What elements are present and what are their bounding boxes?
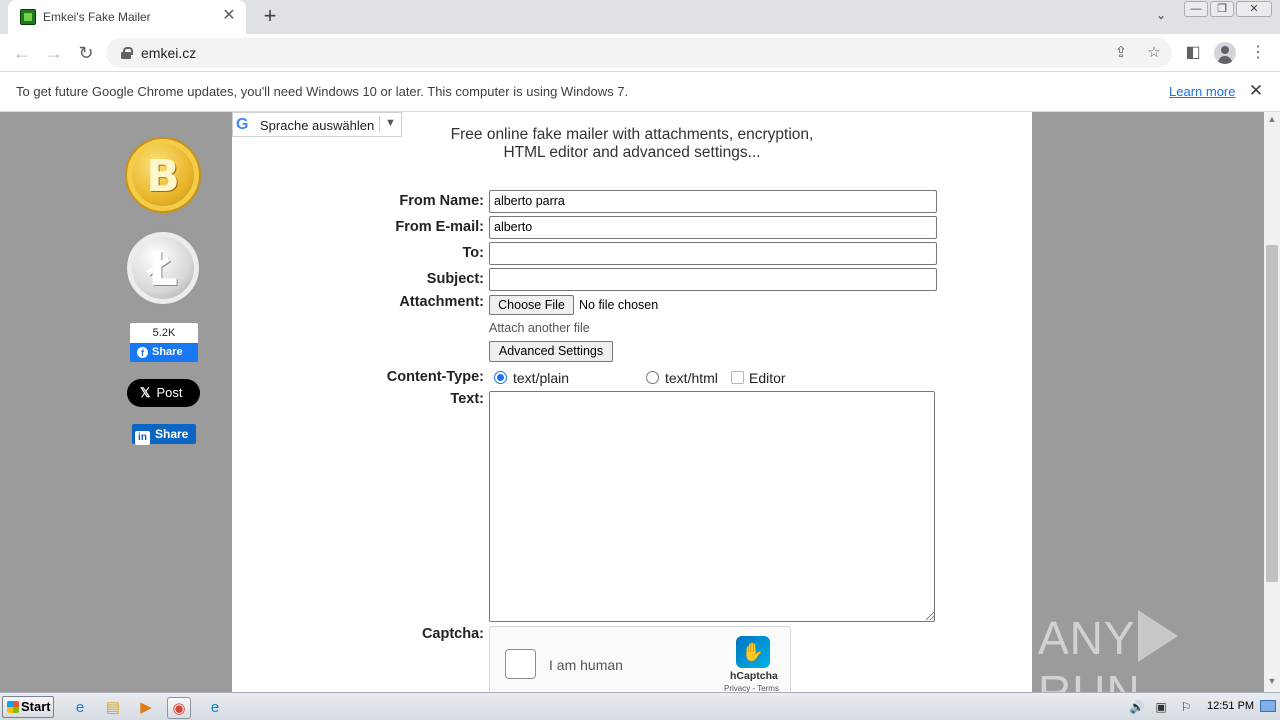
- headline-line-2: HTML editor and advanced settings...: [503, 144, 761, 161]
- url-text[interactable]: emkei.cz: [141, 45, 196, 61]
- message-textarea[interactable]: [489, 391, 935, 622]
- reload-icon[interactable]: ↻: [74, 41, 98, 65]
- chrome-taskbar-icon[interactable]: ◉: [167, 697, 191, 719]
- content-type-label: Content-Type:: [386, 369, 484, 385]
- browser-toolbar: ← → ↻ emkei.cz ⇪ ☆ ◧ ⋮: [0, 34, 1280, 72]
- close-window-button[interactable]: ✕: [1236, 1, 1272, 17]
- from-name-label: From Name:: [399, 193, 484, 209]
- hcaptcha-checkbox[interactable]: [505, 649, 536, 679]
- choose-file-button[interactable]: Choose File: [489, 295, 574, 315]
- hcaptcha-label: I am human: [549, 657, 623, 673]
- mailer-content: G Sprache auswählen ▼ Free online fake m…: [232, 112, 1032, 692]
- infobar-message: To get future Google Chrome updates, you…: [16, 84, 629, 99]
- textarea-resize-handle[interactable]: [926, 612, 934, 620]
- content-type-plain-radio[interactable]: [494, 371, 507, 384]
- attach-another-file-link[interactable]: Attach another file: [489, 321, 590, 335]
- minimize-window-button[interactable]: —: [1184, 1, 1208, 17]
- anyrun-watermark: ANYRUN: [1038, 610, 1280, 692]
- network-icon[interactable]: ▣: [1153, 700, 1169, 714]
- headline-line-1: Free online fake mailer with attachments…: [450, 126, 814, 143]
- address-bar[interactable]: emkei.cz ⇪ ☆: [106, 38, 1172, 68]
- facebook-share-button[interactable]: f Share: [130, 343, 198, 362]
- no-file-chosen-text: No file chosen: [579, 298, 659, 312]
- windows-taskbar: Start e ▤ ▶ ◉ e 🔊 ▣ ⚐ 12:51 PM: [0, 692, 1280, 720]
- scroll-down-arrow-icon[interactable]: ▼: [1264, 676, 1280, 690]
- facebook-icon: f: [137, 347, 148, 358]
- text-label: Text:: [450, 391, 484, 407]
- x-post-button[interactable]: 𝕏 Post: [127, 379, 200, 407]
- editor-checkbox[interactable]: [731, 371, 744, 384]
- browser-tab[interactable]: Emkei's Fake Mailer ✕: [8, 0, 246, 34]
- from-email-label: From E-mail:: [395, 219, 484, 235]
- watermark-play-icon: [1137, 610, 1178, 662]
- watermark-left: ANY: [1038, 612, 1136, 664]
- facebook-share-label: Share: [152, 346, 183, 358]
- file-explorer-icon[interactable]: ▤: [101, 697, 125, 719]
- bitcoin-symbol: B: [146, 151, 180, 202]
- profile-avatar-icon[interactable]: [1214, 42, 1236, 64]
- litecoin-icon[interactable]: Ł: [125, 230, 201, 306]
- restore-window-button[interactable]: ❐: [1210, 1, 1234, 17]
- from-email-input[interactable]: alberto: [489, 216, 937, 239]
- facebook-share-count: 5.2K: [130, 323, 198, 343]
- subject-label: Subject:: [426, 271, 484, 287]
- infobar-close-icon[interactable]: ✕: [1246, 81, 1266, 101]
- to-label: To:: [462, 245, 484, 261]
- facebook-share-widget[interactable]: 5.2K f Share: [130, 323, 198, 362]
- to-input[interactable]: [489, 242, 937, 265]
- show-desktop-icon[interactable]: [1260, 700, 1276, 712]
- forward-arrow-icon[interactable]: →: [42, 41, 66, 65]
- hcaptcha-widget: I am human ✋ hCaptcha Privacy - Terms: [489, 626, 791, 692]
- x-logo-icon: 𝕏: [140, 385, 151, 400]
- tab-strip: Emkei's Fake Mailer ✕ + ⌄ — ❐ ✕: [0, 0, 1280, 34]
- page-viewport: B Ł 5.2K f Share 𝕏 Post in Share G Sprache …: [0, 112, 1280, 692]
- lock-icon[interactable]: [121, 47, 133, 59]
- speaker-icon[interactable]: 🔊: [1129, 700, 1145, 714]
- scroll-up-arrow-icon[interactable]: ▲: [1264, 114, 1280, 128]
- taskbar-clock[interactable]: 12:51 PM: [1207, 700, 1254, 712]
- side-panel-icon[interactable]: ◧: [1182, 42, 1204, 64]
- learn-more-link[interactable]: Learn more: [1169, 84, 1235, 99]
- hcaptcha-privacy-terms-link[interactable]: Privacy - Terms: [724, 684, 779, 692]
- site-favicon-icon: [20, 9, 36, 25]
- x-post-label: Post: [156, 385, 183, 400]
- watermark-right: RUN: [1038, 666, 1141, 692]
- subject-input[interactable]: [489, 268, 937, 291]
- tab-close-icon[interactable]: ✕: [220, 7, 238, 25]
- windows-logo-icon: [7, 701, 19, 713]
- linkedin-share-label: Share: [155, 427, 189, 441]
- attachment-label: Attachment:: [399, 294, 484, 310]
- hcaptcha-brand: hCaptcha: [730, 670, 778, 682]
- editor-label[interactable]: Editor: [749, 370, 786, 386]
- chrome-menu-icon[interactable]: ⋮: [1247, 42, 1269, 64]
- tab-search-chevron-icon[interactable]: ⌄: [1150, 8, 1172, 26]
- linkedin-icon: in: [135, 431, 150, 445]
- share-icon[interactable]: ⇪: [1112, 44, 1130, 62]
- new-tab-button[interactable]: +: [258, 5, 282, 29]
- content-type-plain-label[interactable]: text/plain: [513, 370, 569, 386]
- internet-explorer-icon[interactable]: e: [68, 697, 92, 719]
- content-type-html-label[interactable]: text/html: [665, 370, 718, 386]
- captcha-label: Captcha:: [421, 626, 484, 642]
- advanced-settings-button[interactable]: Advanced Settings: [489, 341, 613, 362]
- bookmark-star-icon[interactable]: ☆: [1145, 44, 1163, 62]
- update-infobar: To get future Google Chrome updates, you…: [0, 72, 1280, 112]
- donation-sidebar: B Ł 5.2K f Share 𝕏 Post in Share: [112, 112, 216, 692]
- media-player-icon[interactable]: ▶: [134, 697, 158, 719]
- page-headline: Free online fake mailer with attachments…: [232, 126, 1032, 162]
- tab-title: Emkei's Fake Mailer: [43, 10, 151, 24]
- linkedin-share-button[interactable]: in Share: [132, 424, 196, 445]
- scrollbar-thumb[interactable]: [1266, 245, 1278, 582]
- edge-icon[interactable]: e: [203, 697, 227, 719]
- bitcoin-icon[interactable]: B: [125, 137, 201, 213]
- from-name-input[interactable]: alberto parra: [489, 190, 937, 213]
- start-label: Start: [21, 699, 51, 714]
- litecoin-symbol: Ł: [148, 242, 178, 296]
- back-arrow-icon[interactable]: ←: [10, 41, 34, 65]
- content-type-html-radio[interactable]: [646, 371, 659, 384]
- action-center-flag-icon[interactable]: ⚐: [1178, 700, 1194, 714]
- start-button[interactable]: Start: [2, 696, 54, 718]
- hcaptcha-logo-icon: ✋: [736, 636, 770, 668]
- page-scrollbar[interactable]: ▲ ▼: [1264, 112, 1280, 692]
